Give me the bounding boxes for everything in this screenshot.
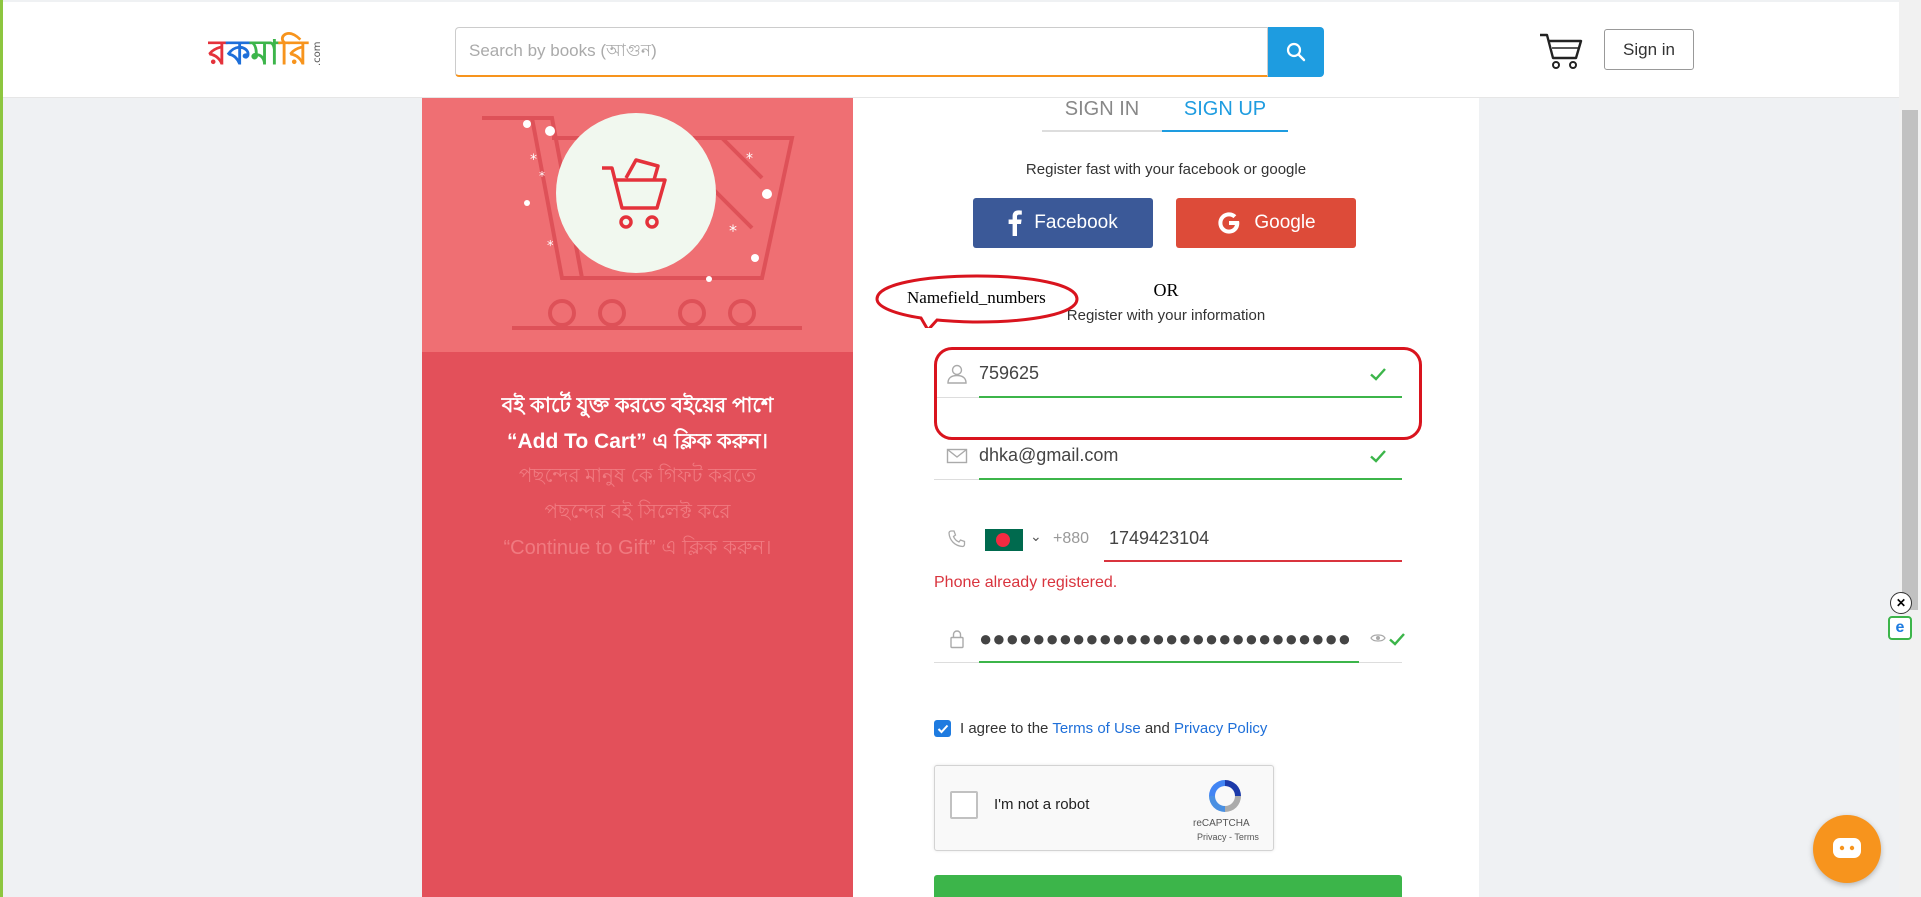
chevron-down-icon[interactable]: ⌄ <box>1030 528 1042 545</box>
search-button[interactable] <box>1268 27 1324 77</box>
annotation-highlight <box>934 347 1422 440</box>
phone-icon <box>948 530 966 548</box>
recaptcha-terms[interactable]: Privacy - Terms <box>1197 832 1259 842</box>
lock-icon <box>950 630 964 649</box>
checkmark-icon <box>937 724 948 733</box>
privacy-link[interactable]: Privacy Policy <box>1174 720 1267 737</box>
check-icon <box>1389 633 1405 646</box>
email-field[interactable]: dhka@gmail.com <box>934 433 1402 480</box>
facebook-button[interactable]: Facebook <box>973 198 1153 248</box>
svg-text:*: * <box>746 151 753 167</box>
rokomari-logo[interactable]: রকমারি .com <box>208 28 333 78</box>
agree-prefix: I agree to the <box>960 720 1049 737</box>
svg-text:*: * <box>729 221 737 240</box>
email-valid-underline <box>979 478 1402 480</box>
promo-panel: * * * * * বই কার্টে যুক্ত করতে বইয়ের পা… <box>422 98 853 897</box>
promo-faded-line-1: পছন্দের মানুষ কে গিফট করতে <box>518 465 757 487</box>
cart-illustration: * * * * * <box>482 113 802 330</box>
facebook-icon <box>1008 210 1023 236</box>
google-button[interactable]: Google <box>1176 198 1356 248</box>
site-header: রকমারি .com Search by books (আগুন) Sign … <box>3 2 1899 98</box>
create-account-button[interactable] <box>934 875 1402 897</box>
terms-agreement: I agree to the Terms of Use and Privacy … <box>934 720 1267 737</box>
browser-viewport: রকমারি .com Search by books (আগুন) Sign … <box>3 0 1899 897</box>
chat-icon <box>1833 838 1861 858</box>
promo-message: বই কার্টে যুক্ত করতে বইয়ের পাশে “Add To… <box>422 388 853 460</box>
google-icon <box>1218 212 1240 234</box>
recaptcha-logo-icon <box>1209 780 1241 812</box>
promo-faded-line-2: পছন্দের বই সিলেক্ট করে <box>544 501 731 523</box>
recaptcha-checkbox[interactable] <box>950 791 978 819</box>
phone-field[interactable]: ⌄ +880 1749423104 <box>934 516 1402 562</box>
terms-link[interactable]: Terms of Use <box>1052 720 1140 737</box>
bangladesh-flag-icon[interactable] <box>985 529 1023 551</box>
tab-signup[interactable]: SIGN UP <box>1162 98 1288 132</box>
svg-text:*: * <box>547 239 554 254</box>
recaptcha-label: I'm not a robot <box>994 796 1090 813</box>
password-valid-underline <box>979 661 1359 663</box>
phone-error-message: Phone already registered. <box>934 574 1118 591</box>
eye-icon[interactable] <box>1370 632 1386 644</box>
password-field[interactable]: ●●●●●●●●●●●●●●●●●●●●●●●●●●●●●●●●●●●● <box>934 616 1405 663</box>
svg-text:রকমারি: রকমারি <box>208 32 309 73</box>
promo-line-1: বই কার্টে যুক্ত করতে বইয়ের পাশে <box>501 394 774 417</box>
phone-value: 1749423104 <box>1109 528 1210 548</box>
check-icon <box>1370 450 1386 463</box>
promo-faded-line-3: “Continue to Gift” এ ক্লিক করুন। <box>503 537 772 559</box>
auth-panel: SIGN IN SIGN UP Register fast with your … <box>853 98 1479 897</box>
cart-icon[interactable] <box>1538 30 1584 72</box>
svg-text:.com: .com <box>312 41 323 66</box>
scrollbar[interactable] <box>1899 0 1921 897</box>
register-fast-text: Register fast with your facebook or goog… <box>1025 161 1307 178</box>
extension-e-icon[interactable]: e <box>1888 616 1912 640</box>
search-placeholder: Search by books (আগুন) <box>469 40 657 60</box>
password-mask: ●●●●●●●●●●●●●●●●●●●●●●●●●●●●●●●●●●●● <box>979 626 1349 651</box>
facebook-label: Facebook <box>1034 212 1118 233</box>
promo-faded-message: পছন্দের মানুষ কে গিফট করতে পছন্দের বই সি… <box>422 458 853 566</box>
search-icon <box>1286 42 1306 62</box>
chat-button[interactable] <box>1813 815 1881 883</box>
annotation-label: Namefield_numbers <box>907 288 1046 307</box>
scrollbar-thumb[interactable] <box>1902 110 1918 610</box>
promo-line-2: “Add To Cart” এ ক্লিক করুন। <box>506 430 769 453</box>
agree-and: and <box>1144 720 1170 737</box>
svg-text:*: * <box>530 152 537 168</box>
svg-text:*: * <box>539 169 545 183</box>
promo-illustration: * * * * * <box>422 98 853 352</box>
header-signin-button[interactable]: Sign in <box>1604 29 1694 70</box>
tab-signin[interactable]: SIGN IN <box>1042 98 1162 132</box>
recaptcha-widget: I'm not a robot reCAPTCHA Privacy - Term… <box>934 765 1274 851</box>
search-input[interactable]: Search by books (আগুন) <box>455 27 1268 77</box>
google-label: Google <box>1254 212 1316 233</box>
recaptcha-brand: reCAPTCHA <box>1193 818 1250 829</box>
phone-error-underline <box>1104 560 1402 562</box>
agree-checkbox[interactable] <box>934 720 951 737</box>
envelope-icon <box>946 448 968 464</box>
close-icon[interactable]: ✕ <box>1890 592 1912 614</box>
dial-code: +880 <box>1053 530 1090 547</box>
